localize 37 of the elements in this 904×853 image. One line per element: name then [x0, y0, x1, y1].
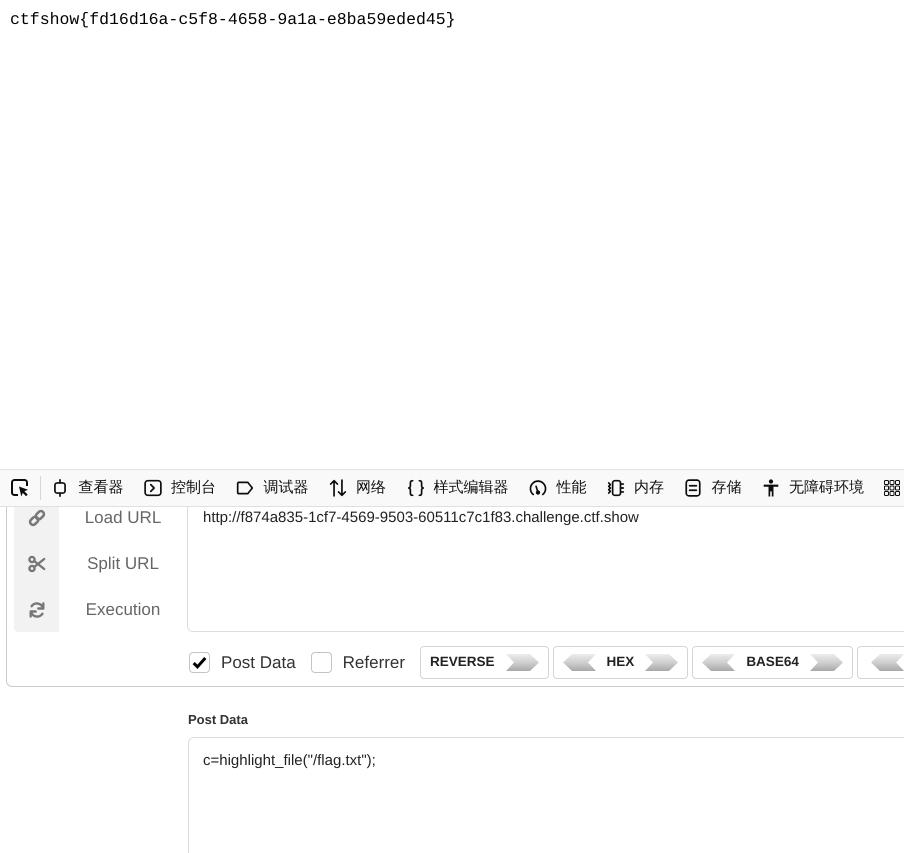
- check-icon: [192, 655, 207, 670]
- link-icon: [28, 509, 46, 527]
- grid-icon: [884, 480, 900, 496]
- checkbox-label[interactable]: Referrer: [342, 650, 406, 676]
- post-data-field[interactable]: c=highlight_file("/flag.txt");: [188, 737, 904, 853]
- gauge-icon: [529, 479, 548, 497]
- flag-text: ctfshow{fd16d16a-c5f8-4658-9a1a-e8ba59eded45}: [10, 9, 456, 31]
- devtools-tab[interactable]: 性能: [518, 470, 597, 506]
- list-box-icon: [684, 479, 702, 497]
- menu-button[interactable]: Load URL: [14, 507, 187, 541]
- url-field[interactable]: http://f874a835-1cf7-4569-9503-60511c7c1f83.challenge.ctf.show: [187, 507, 904, 632]
- checkbox[interactable]: [189, 652, 210, 673]
- cursor-box-icon: [10, 478, 30, 498]
- scissors-icon: [28, 555, 46, 573]
- checkbox[interactable]: [310, 652, 332, 673]
- up-down-arrows-icon: [329, 479, 348, 497]
- terminal-icon: [144, 479, 162, 497]
- encode-button[interactable]: HEX: [552, 646, 688, 679]
- tag-icon: [236, 479, 254, 497]
- devtools-tab[interactable]: 存储: [674, 470, 752, 506]
- checkbox-label[interactable]: Post Data: [221, 650, 296, 676]
- menu-button[interactable]: Execution: [14, 587, 187, 632]
- devtools-tab[interactable]: 调试器: [226, 470, 319, 506]
- devtools-tab[interactable]: 无障碍环境: [752, 470, 874, 506]
- refresh-icon: [28, 601, 46, 619]
- chip-icon: [606, 479, 625, 497]
- person-icon: [762, 479, 780, 497]
- devtools-tab[interactable]: 控制台: [134, 470, 226, 506]
- devtools-tab[interactable]: 查看器: [41, 470, 134, 506]
- menu-button[interactable]: Split URL: [14, 541, 187, 587]
- devtools-tab[interactable]: 样式编辑器: [396, 470, 519, 506]
- devtools-tab[interactable]: 网络: [318, 470, 396, 506]
- encode-button[interactable]: BASE64: [692, 646, 853, 679]
- braces-icon: [406, 479, 425, 497]
- encode-button[interactable]: REVERSE: [420, 646, 549, 679]
- post-data-heading: Post Data: [188, 712, 248, 728]
- devtools-tab[interactable]: 内存: [596, 470, 674, 506]
